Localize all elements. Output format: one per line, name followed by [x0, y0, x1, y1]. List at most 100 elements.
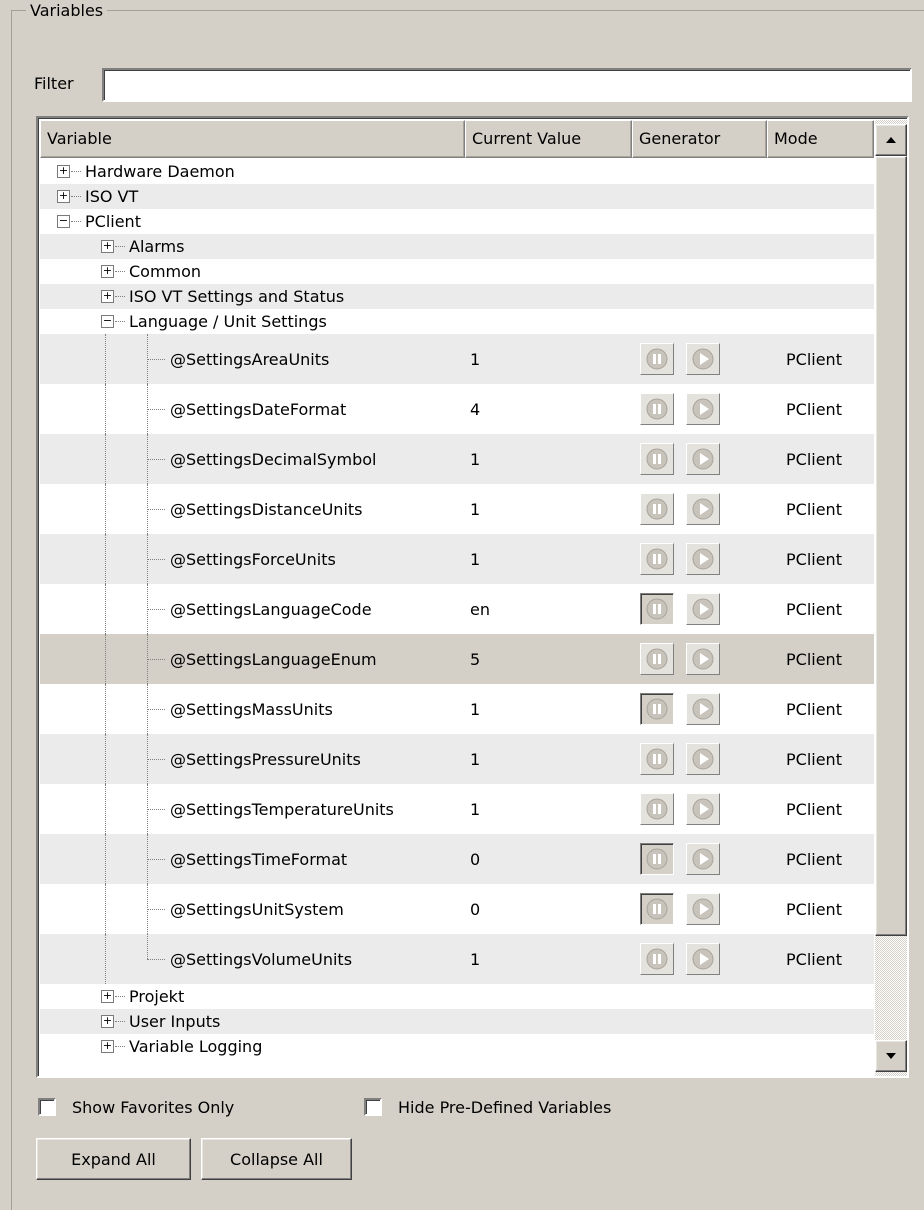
- play-button[interactable]: [686, 343, 720, 375]
- pause-button[interactable]: [640, 943, 674, 975]
- tree-row-pclient-0[interactable]: + Alarms: [40, 234, 874, 259]
- scroll-down-button[interactable]: [875, 1040, 907, 1072]
- tree-row-bottom-0[interactable]: + Projekt: [40, 984, 874, 1009]
- variable-row[interactable]: @SettingsMassUnits 1 PClient: [40, 684, 874, 734]
- play-button[interactable]: [686, 893, 720, 925]
- variable-row[interactable]: @SettingsTemperatureUnits 1 PClient: [40, 784, 874, 834]
- tree-connector: [105, 734, 106, 784]
- play-icon: [692, 348, 714, 370]
- play-button[interactable]: [686, 793, 720, 825]
- tree-connector: [105, 884, 106, 934]
- column-header-variable[interactable]: Variable: [40, 120, 465, 158]
- play-button[interactable]: [686, 643, 720, 675]
- mode-value: PClient: [786, 599, 842, 619]
- variable-row[interactable]: @SettingsDistanceUnits 1 PClient: [40, 484, 874, 534]
- hide-predefined-checkbox[interactable]: [364, 1098, 382, 1116]
- pause-button[interactable]: [640, 443, 674, 475]
- current-value: 0: [470, 899, 481, 919]
- expand-icon[interactable]: +: [101, 1015, 114, 1028]
- tree-row-top-0[interactable]: + Hardware Daemon: [40, 159, 874, 184]
- tree-row-bottom-2[interactable]: + Variable Logging: [40, 1034, 874, 1059]
- variable-name: @SettingsForceUnits: [170, 549, 336, 569]
- tree-connector: [105, 334, 106, 384]
- pause-button[interactable]: [640, 893, 674, 925]
- pause-icon: [646, 448, 668, 470]
- variable-row[interactable]: @SettingsLanguageEnum 5 PClient: [40, 634, 874, 684]
- play-button[interactable]: [686, 393, 720, 425]
- pause-icon: [646, 598, 668, 620]
- pause-button[interactable]: [640, 493, 674, 525]
- play-button[interactable]: [686, 543, 720, 575]
- tree-row-pclient-1[interactable]: + Common: [40, 259, 874, 284]
- mode-value: PClient: [786, 699, 842, 719]
- collapse-all-button[interactable]: Collapse All: [201, 1138, 352, 1180]
- mode-value: PClient: [786, 549, 842, 569]
- column-header-generator[interactable]: Generator: [632, 120, 767, 158]
- tree-row-pclient-2[interactable]: + ISO VT Settings and Status: [40, 284, 874, 309]
- play-button[interactable]: [686, 443, 720, 475]
- variable-row[interactable]: @SettingsVolumeUnits 1 PClient: [40, 934, 874, 984]
- scroll-thumb[interactable]: [875, 156, 907, 936]
- variable-row[interactable]: @SettingsDateFormat 4 PClient: [40, 384, 874, 434]
- vertical-scrollbar[interactable]: [875, 120, 907, 1076]
- column-header-mode[interactable]: Mode: [767, 120, 874, 158]
- pause-button[interactable]: [640, 793, 674, 825]
- pause-button[interactable]: [640, 543, 674, 575]
- tree-row-bottom-1[interactable]: + User Inputs: [40, 1009, 874, 1034]
- play-button[interactable]: [686, 943, 720, 975]
- expand-icon[interactable]: +: [57, 165, 70, 178]
- variable-row[interactable]: @SettingsTimeFormat 0 PClient: [40, 834, 874, 884]
- play-button[interactable]: [686, 743, 720, 775]
- variable-row[interactable]: @SettingsUnitSystem 0 PClient: [40, 884, 874, 934]
- tree-row-top-1[interactable]: + ISO VT: [40, 184, 874, 209]
- tree-row-top-2[interactable]: − PClient: [40, 209, 874, 234]
- expand-icon[interactable]: +: [101, 1040, 114, 1053]
- pause-button[interactable]: [640, 343, 674, 375]
- collapse-icon[interactable]: −: [57, 215, 70, 228]
- tree-connector: [105, 834, 106, 884]
- expand-icon[interactable]: +: [101, 990, 114, 1003]
- tree-connector: [105, 384, 106, 434]
- variable-row[interactable]: @SettingsPressureUnits 1 PClient: [40, 734, 874, 784]
- column-header-current-value[interactable]: Current Value: [465, 120, 632, 158]
- tree-connector: [71, 171, 81, 172]
- tree-rows: + Hardware Daemon + ISO VT − PClient + Alarms + C…: [40, 159, 874, 1059]
- current-value: en: [470, 599, 490, 619]
- expand-icon[interactable]: +: [101, 265, 114, 278]
- play-button[interactable]: [686, 593, 720, 625]
- variable-name: @SettingsVolumeUnits: [170, 949, 353, 969]
- pause-button[interactable]: [640, 743, 674, 775]
- tree-node-label: PClient: [85, 212, 141, 231]
- current-value: 1: [470, 749, 481, 769]
- current-value: 1: [470, 549, 481, 569]
- variable-row[interactable]: @SettingsForceUnits 1 PClient: [40, 534, 874, 584]
- expand-icon[interactable]: +: [101, 240, 114, 253]
- collapse-icon[interactable]: −: [101, 315, 114, 328]
- scroll-up-button[interactable]: [875, 124, 907, 156]
- filter-input[interactable]: [102, 68, 912, 102]
- tree-connector: [115, 996, 125, 997]
- show-favorites-checkbox[interactable]: [38, 1098, 56, 1116]
- variable-row[interactable]: @SettingsAreaUnits 1 PClient: [40, 334, 874, 384]
- play-button[interactable]: [686, 843, 720, 875]
- play-button[interactable]: [686, 493, 720, 525]
- tree-row-pclient-3[interactable]: − Language / Unit Settings: [40, 309, 874, 334]
- tree-connector: [71, 221, 81, 222]
- expand-all-button[interactable]: Expand All: [36, 1138, 191, 1180]
- variable-row[interactable]: @SettingsLanguageCode en PClient: [40, 584, 874, 634]
- mode-value: PClient: [786, 799, 842, 819]
- expand-icon[interactable]: +: [57, 190, 70, 203]
- pause-button[interactable]: [640, 693, 674, 725]
- tree-connector: [147, 809, 165, 810]
- play-button[interactable]: [686, 693, 720, 725]
- expand-icon[interactable]: +: [101, 290, 114, 303]
- pause-icon: [646, 798, 668, 820]
- pause-button[interactable]: [640, 843, 674, 875]
- pause-button[interactable]: [640, 643, 674, 675]
- tree-connector: [115, 271, 125, 272]
- variable-row[interactable]: @SettingsDecimalSymbol 1 PClient: [40, 434, 874, 484]
- pause-button[interactable]: [640, 593, 674, 625]
- current-value: 4: [470, 399, 481, 419]
- arrow-up-icon: [886, 137, 896, 143]
- pause-button[interactable]: [640, 393, 674, 425]
